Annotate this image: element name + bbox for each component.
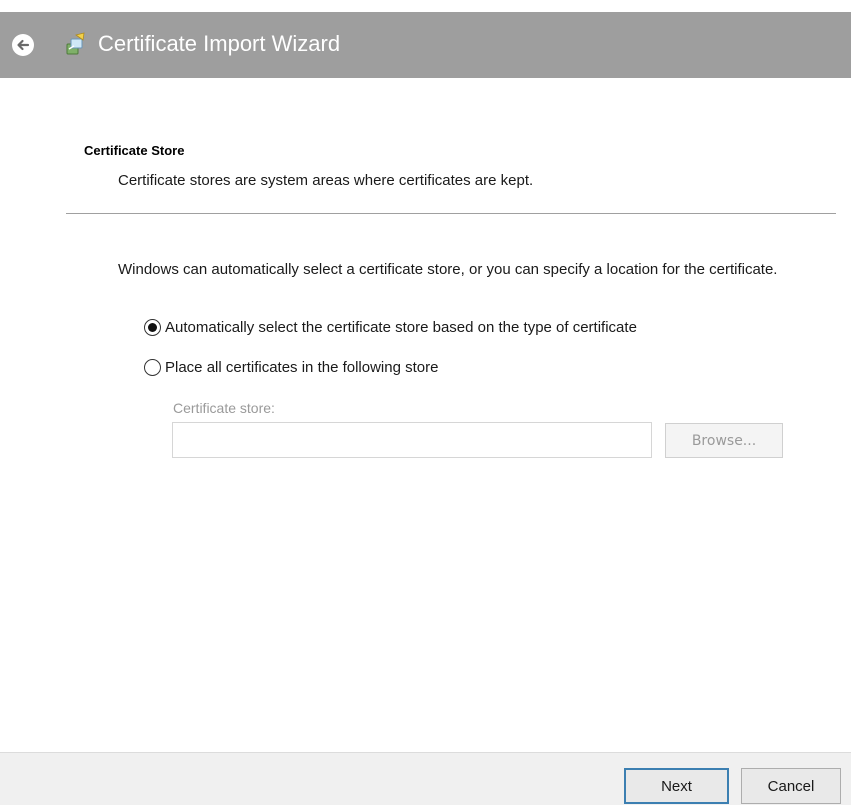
certificate-store-label: Certificate store:: [173, 400, 275, 416]
browse-button[interactable]: Browse...: [665, 423, 783, 458]
back-arrow-icon: [17, 39, 30, 51]
place-all-option[interactable]: Place all certificates in the following …: [144, 357, 438, 377]
auto-select-radio[interactable]: [144, 318, 161, 336]
auto-select-label[interactable]: Automatically select the certificate sto…: [165, 319, 637, 336]
section-description: Certificate stores are system areas wher…: [118, 172, 534, 189]
header-separator: [66, 213, 836, 214]
radio-selected-dot: [148, 322, 157, 332]
certificate-store-input[interactable]: [172, 422, 652, 458]
section-title: Certificate Store: [84, 143, 185, 158]
next-button[interactable]: Next: [624, 768, 729, 804]
place-all-label[interactable]: Place all certificates in the following …: [165, 359, 438, 376]
title-bar: Certificate Import Wizard: [0, 12, 851, 78]
intro-text: Windows can automatically select a certi…: [118, 261, 778, 278]
back-button[interactable]: [12, 34, 34, 56]
window-title: Certificate Import Wizard: [98, 31, 341, 56]
auto-select-option[interactable]: Automatically select the certificate sto…: [144, 317, 637, 337]
cancel-button[interactable]: Cancel: [741, 768, 841, 804]
certificate-wizard-icon: [66, 32, 85, 55]
wizard-window: Certificate Import Wizard Certificate St…: [0, 0, 851, 805]
place-all-radio[interactable]: [144, 358, 161, 376]
